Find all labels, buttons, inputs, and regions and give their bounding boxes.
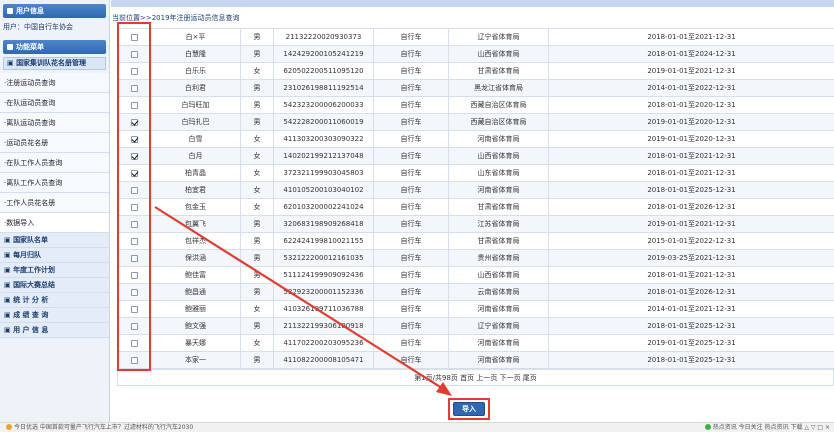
hot-news-icon	[6, 424, 12, 430]
status-right-text: 热点资讯 今日关注 热点资讯 下载 △ ▽ □ ×	[712, 424, 830, 431]
arrow-line	[154, 206, 446, 391]
status-right: 热点资讯 今日关注 热点资讯 下载 △ ▽ □ ×	[704, 423, 830, 432]
arrow-head	[436, 382, 452, 396]
browser-status-bar: 今日优选 中国首款可量产飞行汽车上市？过滤材料的飞行汽车2030 热点资讯 今日…	[0, 422, 834, 432]
status-left-text: 今日优选 中国首款可量产飞行汽车上市？过滤材料的飞行汽车2030	[14, 424, 194, 431]
annotation-arrow	[154, 206, 452, 396]
status-icon	[704, 424, 711, 430]
